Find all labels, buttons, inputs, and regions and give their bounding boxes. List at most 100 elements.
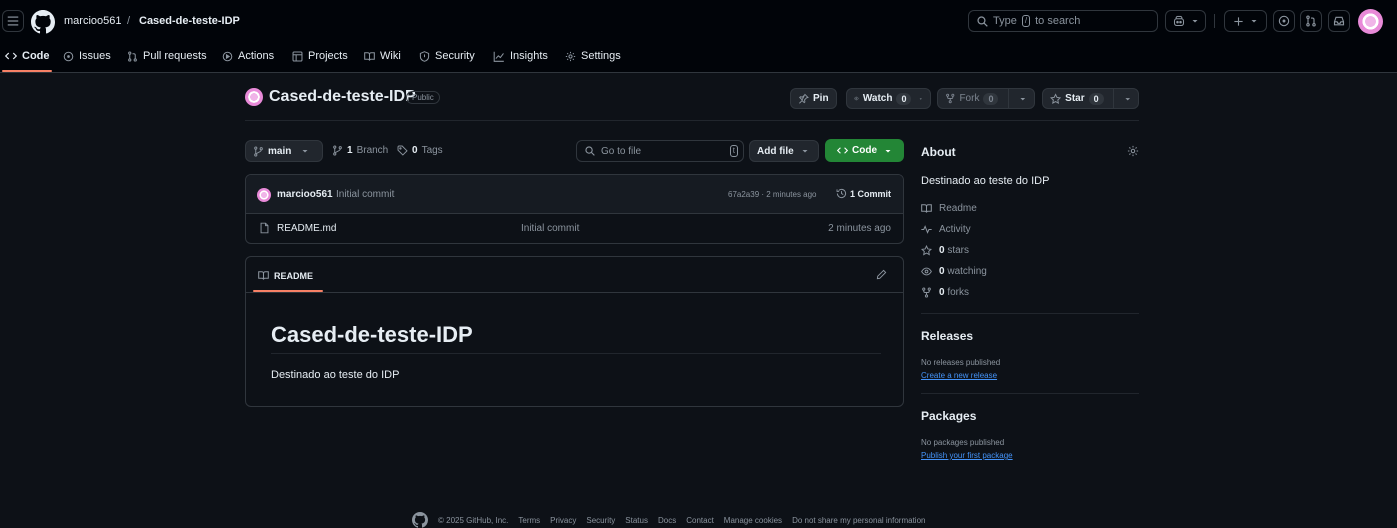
fork-icon: [922, 287, 931, 298]
about-forks-link[interactable]: 0 forks: [921, 287, 969, 298]
footer-link-manage-cookies[interactable]: Manage cookies: [724, 516, 782, 525]
footer-link-status[interactable]: Status: [625, 516, 648, 525]
tab-security[interactable]: Security: [419, 50, 475, 62]
code-dropdown-button[interactable]: Code: [825, 139, 904, 162]
table-icon: [292, 51, 303, 61]
about-activity-label: Activity: [939, 224, 971, 235]
about-watching-label: watching: [947, 266, 987, 277]
inbox-button[interactable]: [1328, 10, 1350, 32]
plus-icon: [1234, 16, 1243, 26]
chevron-down-icon: [1192, 20, 1197, 23]
github-logo[interactable]: [31, 10, 55, 34]
file-name-link[interactable]: README.md: [277, 223, 336, 234]
branches-link[interactable]: 1 Branch: [332, 145, 388, 156]
chevron-down-icon: [920, 98, 923, 100]
tab-wiki[interactable]: Wiki: [364, 50, 401, 62]
hamburger-icon: [7, 16, 19, 26]
book-icon: [921, 204, 932, 213]
chevron-down-icon: [802, 150, 808, 153]
add-file-button[interactable]: Add file: [749, 140, 819, 162]
branch-selector[interactable]: main: [245, 140, 323, 162]
active-tab-indicator: [2, 70, 52, 72]
edit-readme-button[interactable]: [876, 269, 887, 280]
book-icon: [258, 271, 269, 280]
tab-actions[interactable]: Actions: [222, 50, 274, 62]
tags-label: Tags: [421, 145, 443, 156]
pull-requests-button[interactable]: [1300, 10, 1322, 32]
watch-button[interactable]: Watch 0: [846, 88, 931, 109]
releases-heading[interactable]: Releases: [921, 329, 973, 343]
commit-author-link[interactable]: marcioo561: [277, 189, 333, 200]
hamburger-menu-button[interactable]: [2, 10, 24, 32]
issue-icon: [1278, 15, 1290, 27]
about-stars-count: 0: [939, 245, 945, 256]
about-activity-link[interactable]: Activity: [921, 224, 971, 235]
star-button[interactable]: Star 0: [1042, 88, 1139, 109]
file-commit-message[interactable]: Initial commit: [521, 223, 579, 234]
tags-count: 0: [412, 145, 418, 156]
about-readme-link[interactable]: Readme: [921, 203, 977, 214]
file-row[interactable]: README.md Initial commit 2 minutes ago: [246, 214, 903, 243]
issues-button[interactable]: [1273, 10, 1295, 32]
fork-button[interactable]: Fork 0: [937, 88, 1035, 109]
commits-link[interactable]: 1 Commit: [836, 188, 891, 199]
star-icon: [921, 245, 932, 256]
pin-button[interactable]: Pin: [790, 88, 837, 109]
about-settings-button[interactable]: [1127, 145, 1139, 157]
latest-commit-bar: marcioo561 Initial commit 67a2a39 · 2 mi…: [246, 175, 903, 214]
about-forks-count: 0: [939, 287, 945, 298]
tab-code[interactable]: Code: [5, 50, 50, 62]
go-to-file-placeholder: Go to file: [601, 145, 642, 157]
pulse-icon: [921, 225, 932, 234]
user-avatar[interactable]: [1358, 9, 1383, 34]
chevron-down-icon: [1124, 97, 1130, 100]
tab-settings-label: Settings: [581, 50, 621, 62]
tags-link[interactable]: 0 Tags: [397, 145, 443, 156]
footer-link-security[interactable]: Security: [586, 516, 615, 525]
readme-tab[interactable]: README: [258, 270, 313, 281]
tab-projects[interactable]: Projects: [292, 50, 348, 62]
commit-message-link[interactable]: Initial commit: [336, 189, 394, 200]
about-description: Destinado ao teste do IDP: [921, 175, 1050, 187]
search-prefix: Type: [993, 15, 1017, 27]
go-to-file-input[interactable]: Go to file t: [576, 140, 744, 162]
tab-code-label: Code: [22, 50, 50, 62]
sidebar-divider: [921, 313, 1139, 314]
footer-link-do-not-share[interactable]: Do not share my personal information: [792, 516, 925, 525]
create-new-button[interactable]: [1224, 10, 1267, 32]
chevron-down-icon: [1251, 20, 1257, 23]
code-button-label: Code: [852, 145, 877, 156]
copilot-button[interactable]: [1165, 10, 1206, 32]
footer-link-contact[interactable]: Contact: [686, 516, 714, 525]
tab-wiki-label: Wiki: [380, 50, 401, 62]
tab-settings[interactable]: Settings: [565, 50, 621, 62]
readme-tab-label: README: [274, 270, 314, 281]
search-icon: [977, 15, 988, 27]
repo-title[interactable]: Cased-de-teste-IDP: [269, 88, 416, 106]
footer-link-privacy[interactable]: Privacy: [550, 516, 576, 525]
about-stars-link[interactable]: 0 stars: [921, 245, 969, 256]
global-search-input[interactable]: Type / to search: [968, 10, 1158, 32]
tab-pull-requests[interactable]: Pull requests: [127, 50, 207, 62]
star-count: 0: [1088, 92, 1104, 105]
tab-projects-label: Projects: [308, 50, 348, 62]
owner-link[interactable]: marcioo561: [64, 15, 121, 27]
footer-link-terms[interactable]: Terms: [518, 516, 540, 525]
issue-icon: [63, 51, 74, 61]
shield-icon: [419, 50, 430, 62]
branches-label: Branch: [356, 145, 389, 156]
page-footer: © 2025 GitHub, Inc. Terms Privacy Securi…: [412, 512, 925, 528]
footer-link-docs[interactable]: Docs: [658, 516, 676, 525]
packages-note: No packages published: [921, 438, 1005, 447]
gear-icon: [1127, 145, 1139, 157]
packages-heading[interactable]: Packages: [921, 409, 976, 423]
repo-link[interactable]: Cased-de-teste-IDP: [139, 15, 240, 27]
create-release-link[interactable]: Create a new release: [921, 371, 997, 380]
readme-header: README: [246, 257, 903, 293]
github-logo-icon: [31, 10, 55, 34]
publish-package-link[interactable]: Publish your first package: [921, 451, 1013, 460]
tab-issues-label: Issues: [79, 50, 111, 62]
about-watching-link[interactable]: 0 watching: [921, 266, 987, 277]
tab-insights[interactable]: Insights: [493, 50, 548, 62]
tab-issues[interactable]: Issues: [63, 50, 111, 62]
